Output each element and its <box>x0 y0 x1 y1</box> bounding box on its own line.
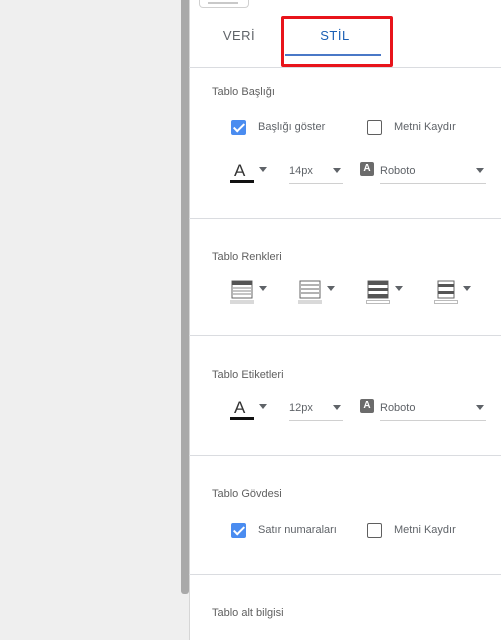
label-font-size-select[interactable]: 12px <box>289 399 343 421</box>
font-color-bar <box>230 417 254 420</box>
odd-row-color-graphic <box>366 280 390 304</box>
divider <box>189 455 501 456</box>
body-wrap-text-label: Metni Kaydır <box>394 524 456 536</box>
even-row-color-chevron-down-icon[interactable] <box>463 286 471 291</box>
chevron-down-icon <box>333 405 341 410</box>
header-background-chevron-down-icon[interactable] <box>259 286 267 291</box>
odd-row-color-chevron-down-icon[interactable] <box>395 286 403 291</box>
divider <box>189 574 501 575</box>
tab-data[interactable]: VERİ <box>209 16 269 62</box>
header-background-icon[interactable] <box>230 280 254 304</box>
label-font-color-chevron-down-icon[interactable] <box>259 404 267 409</box>
section-title-table-header: Tablo Başlığı <box>212 86 275 98</box>
chevron-down-icon <box>476 168 484 173</box>
row-numbers-checkbox[interactable] <box>231 523 246 538</box>
font-color-chevron-down-icon[interactable] <box>259 167 267 172</box>
chevron-down-icon <box>476 405 484 410</box>
header-font-family-select[interactable]: Roboto <box>380 162 486 184</box>
section-title-table-colors: Tablo Renkleri <box>212 251 282 263</box>
font-family-icon: A <box>360 162 374 176</box>
even-row-color-icon[interactable] <box>434 280 458 304</box>
label-font-family-select[interactable]: Roboto <box>380 399 486 421</box>
header-font-size-select[interactable]: 14px <box>289 162 343 184</box>
collapse-handle[interactable] <box>199 0 249 8</box>
section-title-table-body: Tablo Gövdesi <box>212 488 282 500</box>
font-family-icon: A <box>360 399 374 413</box>
chevron-down-icon <box>333 168 341 173</box>
header-font-family-value: Roboto <box>380 165 416 177</box>
odd-row-color-icon[interactable] <box>366 280 390 304</box>
even-row-color-graphic <box>434 280 458 304</box>
label-font-family-value: Roboto <box>380 402 416 414</box>
body-wrap-text-checkbox[interactable] <box>367 523 382 538</box>
font-color-bar <box>230 180 254 183</box>
cell-border-chevron-down-icon[interactable] <box>327 286 335 291</box>
show-header-checkbox[interactable] <box>231 120 246 135</box>
divider <box>189 218 501 219</box>
show-header-label: Başlığı göster <box>258 121 326 133</box>
font-color-icon[interactable]: A <box>230 162 254 184</box>
font-color-letter: A <box>234 161 246 180</box>
header-font-size-value: 14px <box>289 165 313 177</box>
cell-border-graphic <box>298 280 322 304</box>
font-color-letter: A <box>234 398 246 417</box>
scrollbar[interactable] <box>181 0 189 594</box>
wrap-text-label: Metni Kaydır <box>394 121 456 133</box>
label-font-size-value: 12px <box>289 402 313 414</box>
header-background-graphic <box>230 280 254 304</box>
cell-border-icon[interactable] <box>298 280 322 304</box>
tab-bar: VERİ STİL <box>189 16 501 62</box>
section-title-table-footer: Tablo alt bilgisi <box>212 607 284 619</box>
label-font-color-icon[interactable]: A <box>230 399 254 421</box>
row-numbers-label: Satır numaraları <box>258 524 337 536</box>
divider <box>189 67 501 68</box>
divider <box>189 335 501 336</box>
active-tab-indicator <box>285 54 381 56</box>
wrap-text-checkbox[interactable] <box>367 120 382 135</box>
section-title-table-labels: Tablo Etiketleri <box>212 369 284 381</box>
